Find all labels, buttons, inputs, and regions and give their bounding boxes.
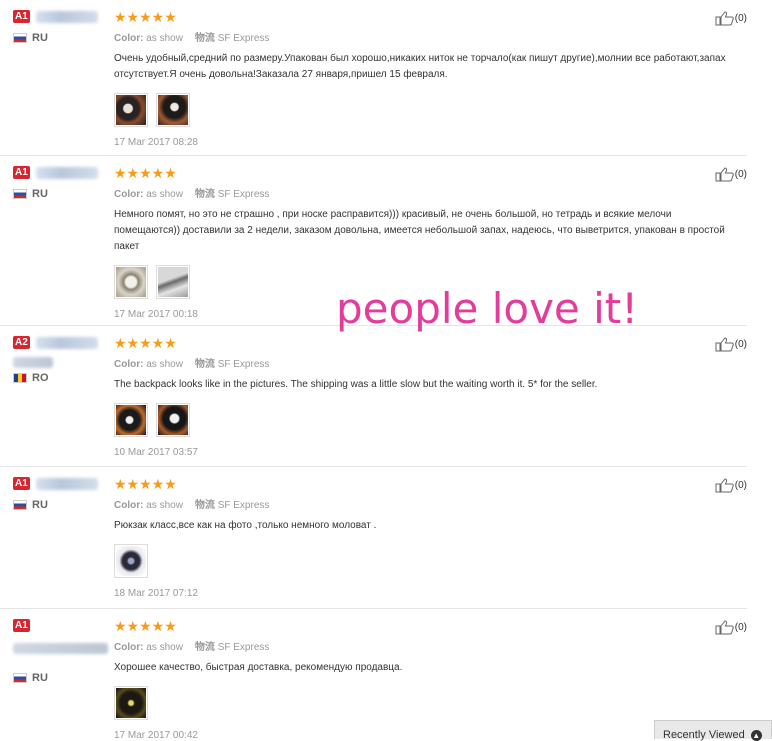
review-photo-thumbnail[interactable] [114, 93, 148, 127]
review-photo-thumbnail[interactable] [156, 93, 191, 127]
review-photo-thumbnail[interactable] [156, 403, 191, 437]
helpful-button[interactable]: (0) [715, 11, 747, 26]
reviewer-info: A1 RU [13, 619, 111, 684]
reviewer-country: RU [13, 672, 111, 684]
russia-flag-icon [13, 500, 27, 511]
helpful-button[interactable]: (0) [715, 620, 747, 635]
review-text: The backpack looks like in the pictures.… [114, 379, 598, 390]
recently-viewed-tab[interactable]: Recently Viewed ▲ [654, 720, 772, 741]
reviewer-info: A2 RO [13, 336, 111, 384]
reviewer-country: RO [13, 372, 111, 384]
order-info: Color: as show 物流 SF Express [114, 500, 270, 511]
star-rating: ★★★★★ [114, 618, 177, 634]
review-photo-thumbnail[interactable] [114, 544, 148, 578]
reviewer-name-blurred [35, 478, 98, 490]
review-text: Немного помят, но это не страшно , при н… [114, 209, 725, 252]
review-body: ★★★★★ Color: as show 物流 SF Express Хороше… [114, 619, 726, 741]
reviewer-name-blurred [13, 643, 108, 654]
order-info: Color: as show 物流 SF Express [114, 33, 270, 44]
order-info: Color: as show 物流 SF Express [114, 359, 270, 370]
review-body: ★★★★★ Color: as show 物流 SF Express Рюкзак… [114, 477, 726, 599]
review-text: Рюкзак класс,все как на фото ,только нем… [114, 520, 377, 531]
helpful-button[interactable]: (0) [715, 337, 747, 352]
review-photo-thumbnail[interactable] [114, 686, 148, 720]
review-date: 10 Mar 2017 03:57 [114, 447, 198, 458]
reviewer-name-blurred [13, 357, 53, 368]
review-text: Хорошее качество, быстрая доставка, реко… [114, 662, 403, 673]
buyer-level-badge: A1 [13, 10, 30, 23]
buyer-level-badge: A1 [13, 619, 30, 632]
reviewer-country: RU [13, 32, 111, 44]
review-text: Очень удобный,средний по размеру.Упакова… [114, 53, 726, 80]
review-date: 17 Mar 2017 00:42 [114, 730, 198, 741]
buyer-level-badge: A2 [13, 336, 30, 349]
review-item: A1 RU ★★★★★ Color: as show 物流 SF Express … [0, 467, 747, 609]
review-body: ★★★★★ Color: as show 物流 SF Express The ba… [114, 336, 726, 458]
review-photo-thumbnail[interactable] [114, 265, 148, 299]
review-photos [114, 544, 726, 578]
review-photo-thumbnail[interactable] [156, 265, 191, 299]
star-rating: ★★★★★ [114, 165, 177, 181]
thumbs-up-icon [715, 337, 734, 352]
thumbs-up-icon [715, 167, 734, 182]
reviewer-name-blurred [35, 11, 98, 23]
reviewer-country: RU [13, 499, 111, 511]
star-rating: ★★★★★ [114, 335, 177, 351]
helpful-button[interactable]: (0) [715, 478, 747, 493]
reviewer-info: A1 RU [13, 477, 111, 511]
review-date: 18 Mar 2017 07:12 [114, 588, 198, 599]
reviewer-name-blurred [35, 167, 98, 179]
reviewer-info: A1 RU [13, 166, 111, 200]
buyer-level-badge: A1 [13, 477, 30, 490]
star-rating: ★★★★★ [114, 476, 177, 492]
review-photos [114, 93, 726, 127]
reviewer-info: A1 RU [13, 10, 111, 44]
russia-flag-icon [13, 189, 27, 200]
reviewer-name-blurred [35, 337, 98, 349]
thumbs-up-icon [715, 11, 734, 26]
helpful-button[interactable]: (0) [715, 167, 747, 182]
order-info: Color: as show 物流 SF Express [114, 189, 270, 200]
review-item: A1 RU ★★★★★ Color: as show 物流 SF Express … [0, 0, 747, 156]
reviewer-country: RU [13, 188, 111, 200]
thumbs-up-icon [715, 620, 734, 635]
review-date: 17 Mar 2017 08:28 [114, 137, 198, 148]
review-photo-thumbnail[interactable] [114, 403, 148, 437]
russia-flag-icon [13, 673, 27, 684]
russia-flag-icon [13, 33, 27, 44]
romania-flag-icon [13, 373, 27, 384]
thumbs-up-icon [715, 478, 734, 493]
review-body: ★★★★★ Color: as show 物流 SF Express Очень … [114, 10, 726, 148]
review-photos [114, 403, 726, 437]
review-item: A1 RU ★★★★★ Color: as show 物流 SF Express … [0, 609, 747, 741]
promo-overlay-text: people love it! [336, 284, 639, 333]
star-rating: ★★★★★ [114, 9, 177, 25]
order-info: Color: as show 物流 SF Express [114, 642, 270, 653]
review-item: A2 RO ★★★★★ Color: as show 物流 SF Express … [0, 326, 747, 467]
buyer-level-badge: A1 [13, 166, 30, 179]
review-photos [114, 686, 726, 720]
